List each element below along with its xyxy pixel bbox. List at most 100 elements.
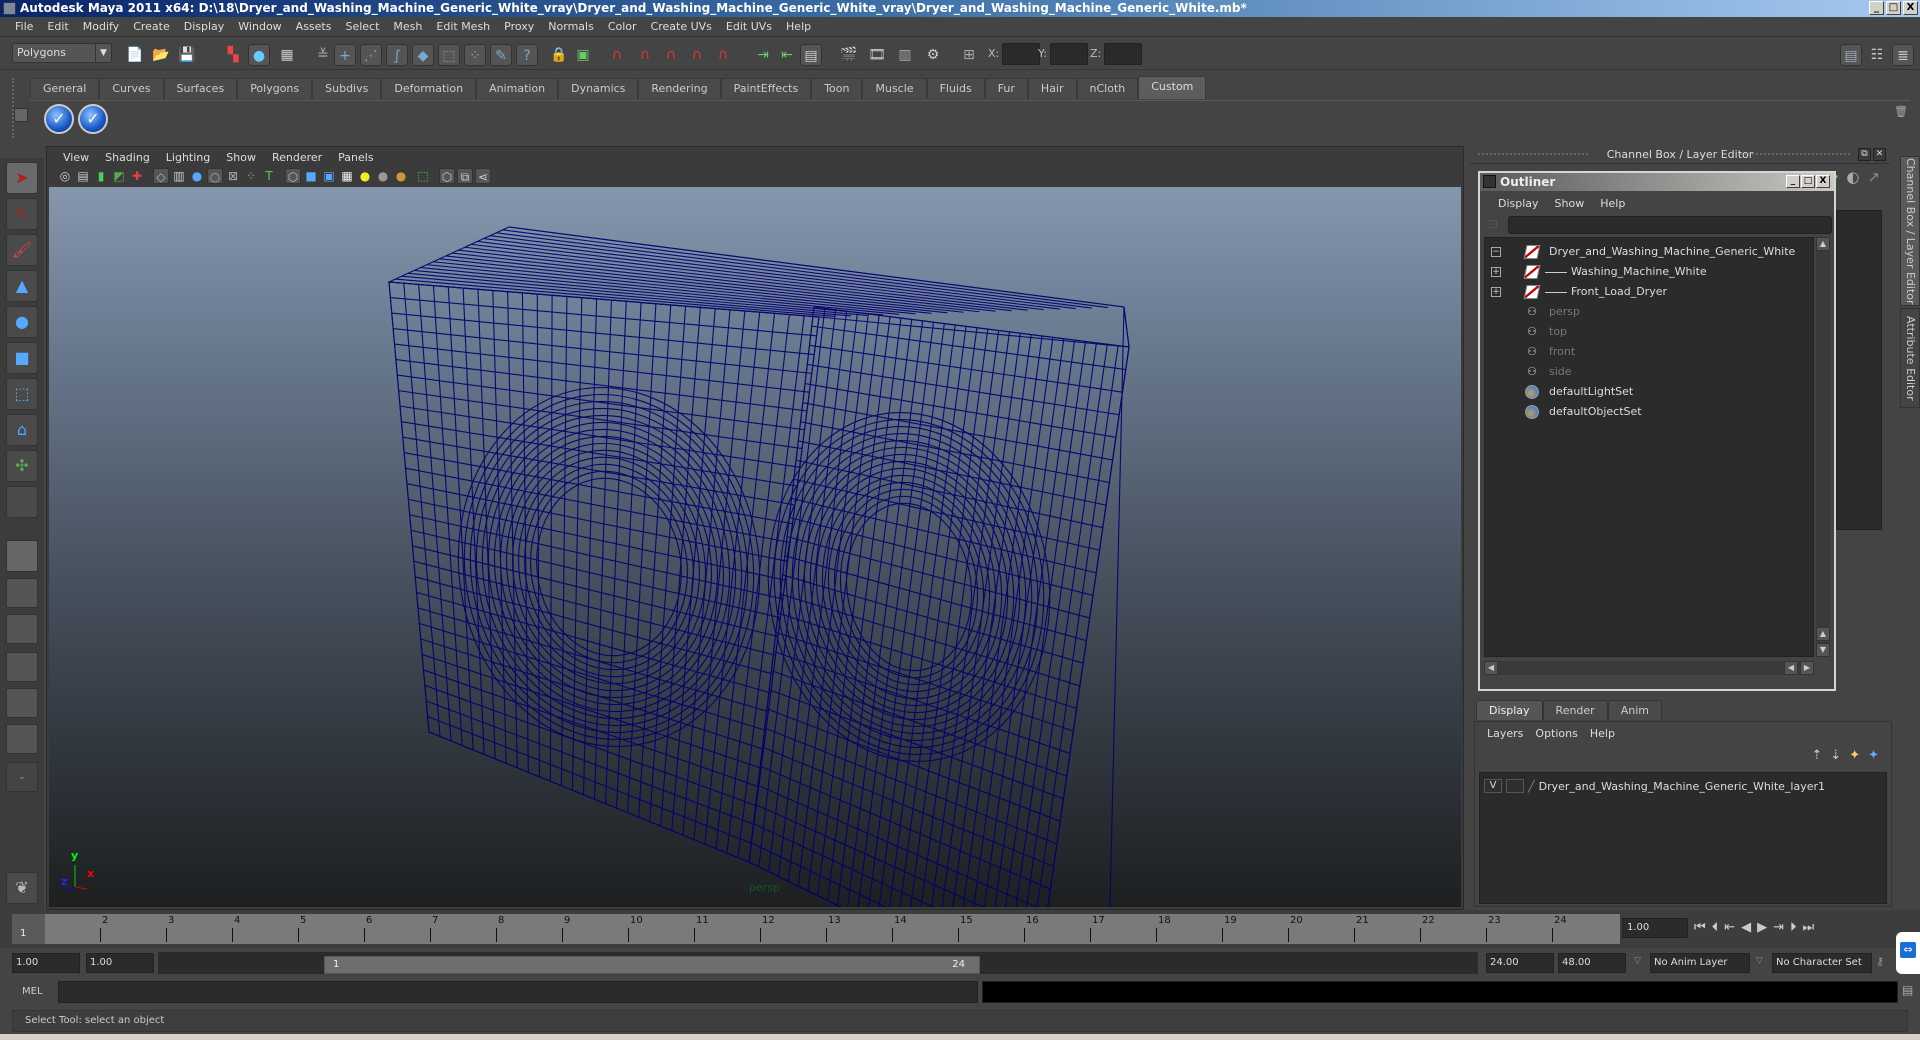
- end-time-field[interactable]: 48.00: [1558, 953, 1626, 973]
- snap-curve-icon[interactable]: ∫: [386, 44, 408, 66]
- layer-row[interactable]: V ╱ Dryer_and_Washing_Machine_Generic_Wh…: [1484, 777, 1825, 795]
- hypershade-persp-layout-icon[interactable]: [6, 688, 38, 718]
- persp-outliner-layout-icon[interactable]: [6, 614, 38, 644]
- snap-points-icon[interactable]: ⋰: [360, 44, 382, 66]
- expand-icon[interactable]: +: [1491, 267, 1501, 277]
- universal-manip-icon[interactable]: ⬚: [6, 378, 38, 410]
- layer-menu-layers[interactable]: Layers: [1483, 724, 1531, 744]
- layer-tab-anim[interactable]: Anim: [1607, 700, 1662, 720]
- layer-menu-help[interactable]: Help: [1586, 724, 1623, 744]
- safe-action-icon[interactable]: ⁘: [243, 168, 259, 184]
- layer-tab-render[interactable]: Render: [1542, 700, 1608, 720]
- panel-grip[interactable]: [1740, 153, 1850, 157]
- menu-help[interactable]: Help: [779, 20, 818, 33]
- menu-edit[interactable]: Edit: [40, 20, 75, 33]
- snap-grid-icon[interactable]: +: [334, 44, 356, 66]
- shelf-tab-subdivs[interactable]: Subdivs: [312, 78, 382, 99]
- key-icon[interactable]: ⚷: [1876, 955, 1884, 968]
- go-to-end-icon[interactable]: ⏭: [1803, 920, 1815, 935]
- close-button[interactable]: X: [1816, 175, 1830, 188]
- field-chart-icon[interactable]: ⊠: [225, 168, 241, 184]
- outliner-item[interactable]: ⚇ side: [1485, 362, 1813, 382]
- panel-grip[interactable]: [1478, 153, 1588, 157]
- persp-graph-layout-icon[interactable]: [6, 652, 38, 682]
- play-backwards-icon[interactable]: ◀: [1741, 920, 1751, 935]
- range-slider-handle[interactable]: 1 24: [324, 956, 980, 974]
- xray-joints-icon[interactable]: ⧉: [457, 168, 473, 184]
- help-question-icon[interactable]: ?: [516, 44, 538, 66]
- move-tool-icon[interactable]: ▲: [6, 270, 38, 302]
- scroll-up-icon[interactable]: ▲: [1816, 237, 1830, 251]
- maximize-button[interactable]: □: [1886, 1, 1901, 15]
- start-time-field[interactable]: 1.00: [12, 953, 80, 973]
- wireframe-on-shaded-icon[interactable]: ▣: [321, 168, 337, 184]
- outliner-item[interactable]: − Dryer_and_Washing_Machine_Generic_White: [1485, 242, 1813, 262]
- menu-proxy[interactable]: Proxy: [497, 20, 541, 33]
- current-frame-marker[interactable]: [12, 914, 45, 944]
- viewport-menu-panels[interactable]: Panels: [330, 151, 381, 164]
- show-manipulator-icon[interactable]: ✣: [6, 450, 38, 482]
- menu-display[interactable]: Display: [177, 20, 232, 33]
- attribute-editor-toggle-icon[interactable]: ▤: [1840, 44, 1862, 66]
- select-camera-icon[interactable]: ◎: [57, 168, 73, 184]
- menu-mesh[interactable]: Mesh: [386, 20, 429, 33]
- ipr-render-icon[interactable]: 🎞: [866, 44, 888, 66]
- expand-icon[interactable]: +: [1491, 287, 1501, 297]
- select-tool-icon[interactable]: ➤: [6, 162, 38, 194]
- new-scene-icon[interactable]: 📄: [124, 44, 146, 66]
- shelf-tab-fur[interactable]: Fur: [984, 78, 1028, 99]
- four-view-layout-icon[interactable]: [6, 578, 38, 608]
- snap-vertices-icon[interactable]: ⬚: [438, 44, 460, 66]
- soft-mod-icon[interactable]: ⌂: [6, 414, 38, 446]
- speed-icon[interactable]: ◐: [1846, 168, 1859, 186]
- anim-layer-dropdown[interactable]: No Anim Layer: [1650, 953, 1750, 973]
- playback-end-field[interactable]: 24.00: [1486, 953, 1554, 973]
- outliner-menu-display[interactable]: Display: [1490, 197, 1547, 210]
- scroll-left-icon[interactable]: ◀: [1484, 661, 1498, 675]
- lock-icon[interactable]: 🔒: [548, 44, 570, 66]
- shelf-tab-rendering[interactable]: Rendering: [638, 78, 721, 99]
- character-set-dropdown[interactable]: No Character Set: [1772, 953, 1872, 973]
- minimize-button[interactable]: _: [1786, 175, 1800, 188]
- shelf-tab-surfaces[interactable]: Surfaces: [163, 78, 238, 99]
- outliner-item[interactable]: defaultLightSet: [1485, 382, 1813, 402]
- outliner-item[interactable]: + Washing_Machine_White: [1485, 262, 1813, 282]
- isolate-select-icon[interactable]: ⬚: [415, 168, 431, 184]
- menu-modify[interactable]: Modify: [76, 20, 126, 33]
- select-component-icon[interactable]: ▦: [276, 44, 298, 66]
- shelf-tab-painteffects[interactable]: PaintEffects: [720, 78, 812, 99]
- scroll-left-icon[interactable]: ◀: [1784, 661, 1798, 675]
- menu-create-uvs[interactable]: Create UVs: [644, 20, 719, 33]
- mel-command-input[interactable]: [58, 981, 978, 1003]
- last-tool-slot[interactable]: [6, 486, 38, 518]
- arrow-icon[interactable]: ↗: [1867, 168, 1880, 186]
- paint-select-tool-icon[interactable]: 🖌: [6, 234, 38, 266]
- snap-surface-icon[interactable]: ◆: [412, 44, 434, 66]
- y-input[interactable]: [1049, 43, 1088, 65]
- menu-color[interactable]: Color: [601, 20, 644, 33]
- 3d-viewport[interactable]: y x z persp: [49, 187, 1461, 907]
- tool-settings-toggle-icon[interactable]: ☷: [1866, 44, 1888, 66]
- new-layer-selected-icon[interactable]: ✦: [1868, 748, 1879, 763]
- smooth-shade-icon[interactable]: ■: [303, 168, 319, 184]
- side-tab-attribute-editor[interactable]: Attribute Editor: [1900, 308, 1920, 408]
- channel-box-toggle-icon[interactable]: ≣: [1892, 44, 1914, 66]
- xray-icon[interactable]: ⬡: [439, 168, 455, 184]
- menu-normals[interactable]: Normals: [541, 20, 601, 33]
- open-folder-icon[interactable]: 📂: [150, 44, 172, 66]
- scroll-up-icon[interactable]: ▲: [1816, 627, 1830, 641]
- wireframe-icon[interactable]: ⬡: [285, 168, 301, 184]
- filter-icon[interactable]: ⊡: [1488, 217, 1504, 233]
- use-all-lights-icon[interactable]: ●: [357, 168, 373, 184]
- rotate-tool-icon[interactable]: ●: [6, 306, 38, 338]
- shelf-tab-ncloth[interactable]: nCloth: [1076, 78, 1139, 99]
- menu-window[interactable]: Window: [231, 20, 288, 33]
- layer-color-swatch[interactable]: ╱: [1528, 780, 1535, 793]
- layout-more-icon[interactable]: ⌄: [6, 762, 38, 792]
- menu-edit-mesh[interactable]: Edit Mesh: [429, 20, 497, 33]
- move-layer-up-icon[interactable]: ⇡: [1811, 748, 1822, 763]
- menu-assets[interactable]: Assets: [289, 20, 339, 33]
- remote-session-widget[interactable]: ⇔: [1896, 932, 1920, 974]
- minimize-button[interactable]: _: [1869, 1, 1884, 15]
- resolution-gate-icon[interactable]: ●: [189, 168, 205, 184]
